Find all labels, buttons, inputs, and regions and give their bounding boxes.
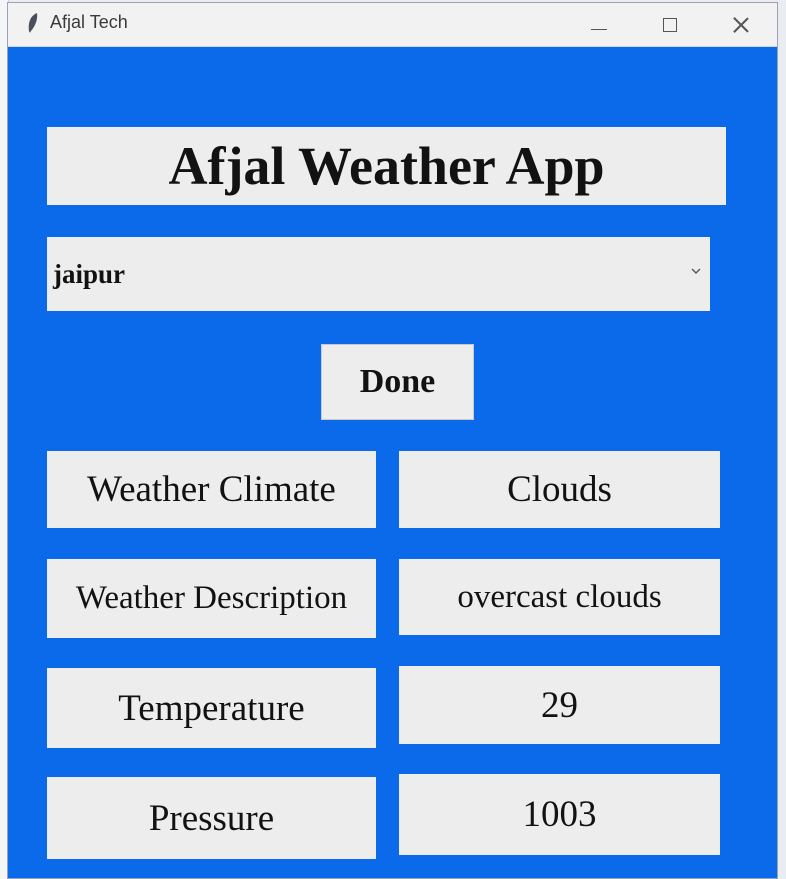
app-heading: Afjal Weather App — [47, 127, 726, 205]
title-bar[interactable]: Afjal Tech — [8, 3, 777, 47]
window-title: Afjal Tech — [50, 12, 128, 32]
chevron-down-icon[interactable] — [690, 265, 702, 277]
minimize-icon — [591, 28, 607, 30]
weather-description-value: overcast clouds — [399, 559, 720, 635]
city-combobox[interactable]: jaipur — [47, 237, 710, 311]
weather-description-label: Weather Description — [47, 559, 376, 638]
minimize-button[interactable] — [564, 3, 634, 47]
close-button[interactable] — [706, 3, 776, 47]
city-selected-value: jaipur — [53, 258, 126, 289]
done-button[interactable]: Done — [321, 344, 474, 420]
weather-climate-label: Weather Climate — [47, 451, 376, 528]
app-window: Afjal Tech Afjal Weather App jaipur Done… — [7, 2, 778, 879]
maximize-button[interactable] — [635, 3, 705, 47]
temperature-label: Temperature — [47, 668, 376, 748]
pressure-value: 1003 — [399, 774, 720, 855]
temperature-value: 29 — [399, 666, 720, 744]
weather-climate-value: Clouds — [399, 451, 720, 528]
close-icon — [732, 16, 750, 34]
pressure-label: Pressure — [47, 777, 376, 859]
feather-icon — [28, 13, 38, 33]
maximize-icon — [663, 18, 677, 32]
